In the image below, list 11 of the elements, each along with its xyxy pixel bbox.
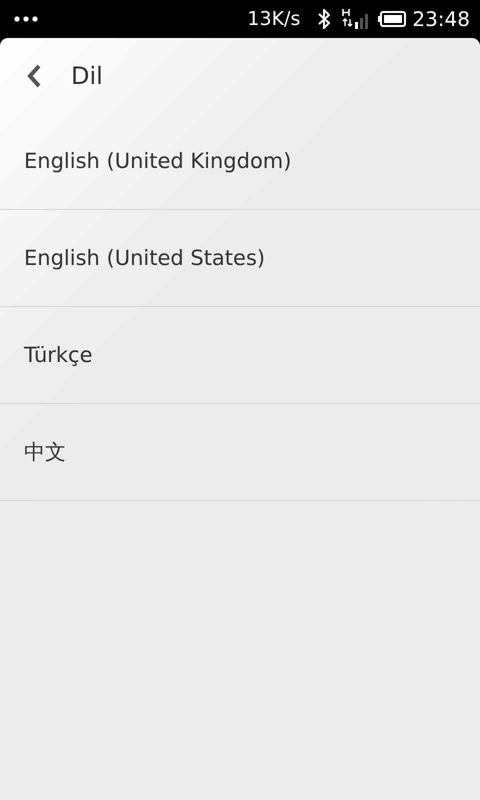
signal-icon — [342, 8, 370, 30]
language-item[interactable]: 中文 — [0, 404, 480, 501]
language-item[interactable]: English (United States) — [0, 210, 480, 307]
network-speed: 13K/s — [247, 8, 300, 30]
page-title: Dil — [71, 62, 103, 90]
bluetooth-icon — [318, 9, 330, 29]
battery-icon — [378, 11, 406, 27]
more-icon — [14, 16, 38, 22]
language-item[interactable]: Türkçe — [0, 307, 480, 404]
language-item[interactable]: English (United Kingdom) — [0, 113, 480, 210]
clock: 23:48 — [412, 7, 470, 31]
